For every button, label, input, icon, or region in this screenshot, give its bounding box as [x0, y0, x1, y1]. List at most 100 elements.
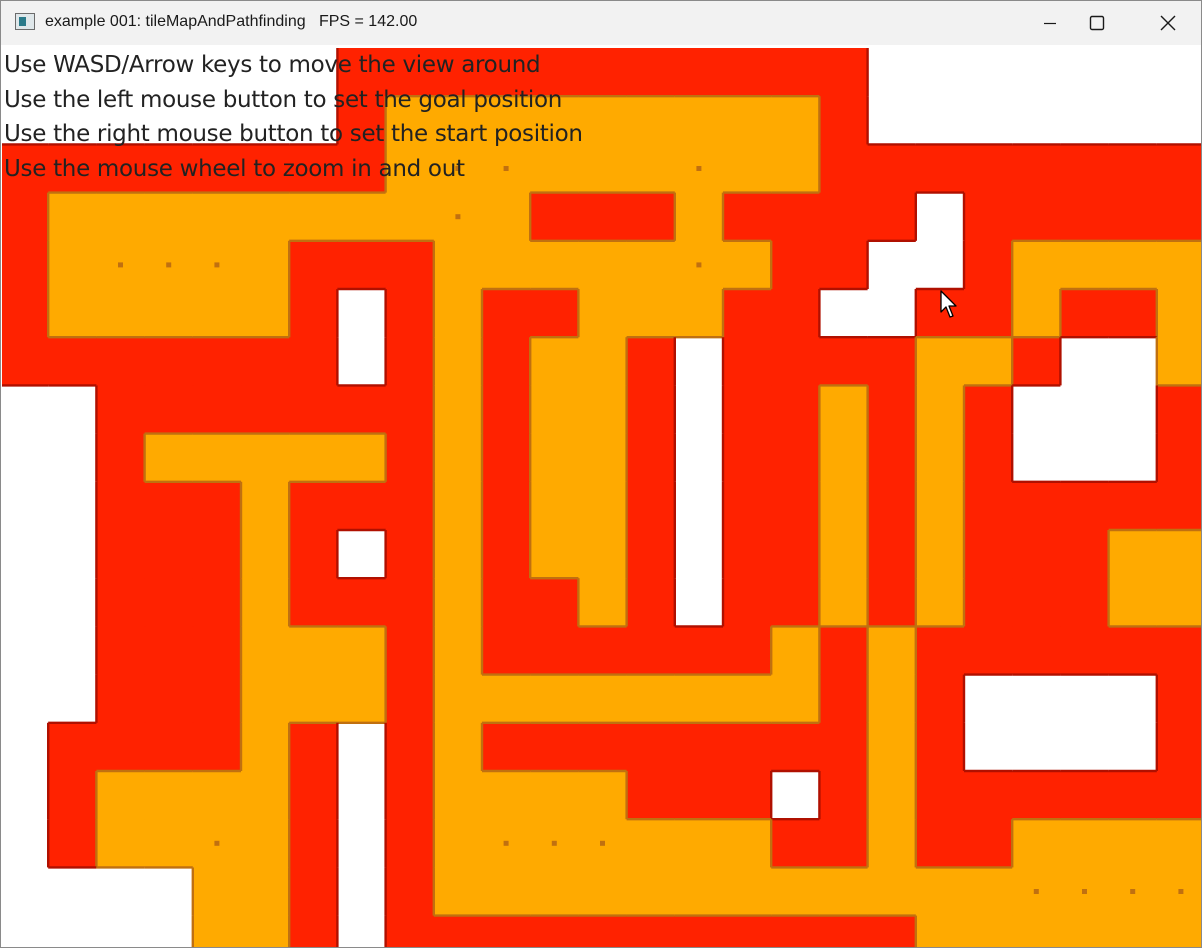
- floor-tile[interactable]: [48, 722, 97, 772]
- floor-tile[interactable]: [964, 289, 1013, 338]
- path-tile[interactable]: [241, 674, 290, 724]
- path-tile[interactable]: [433, 530, 483, 579]
- floor-tile[interactable]: [915, 626, 965, 676]
- floor-tile[interactable]: [1108, 144, 1158, 194]
- wall-tile[interactable]: [2, 433, 49, 483]
- floor-tile[interactable]: [964, 819, 1013, 868]
- path-tile[interactable]: [385, 192, 435, 242]
- floor-tile[interactable]: [192, 385, 242, 435]
- path-tile[interactable]: [626, 144, 676, 194]
- path-tile[interactable]: [433, 674, 483, 724]
- wall-tile[interactable]: [964, 48, 1013, 97]
- floor-tile[interactable]: [241, 385, 290, 435]
- wall-tile[interactable]: [48, 385, 97, 435]
- maximize-button[interactable]: [1073, 1, 1119, 45]
- floor-tile[interactable]: [723, 530, 772, 579]
- floor-tile[interactable]: [819, 192, 869, 242]
- floor-tile[interactable]: [1060, 481, 1110, 531]
- floor-tile[interactable]: [385, 819, 435, 868]
- wall-tile[interactable]: [337, 771, 387, 820]
- path-tile[interactable]: [723, 867, 772, 917]
- floor-tile[interactable]: [723, 337, 772, 386]
- path-tile[interactable]: [723, 674, 772, 724]
- floor-tile[interactable]: [337, 385, 387, 435]
- floor-tile[interactable]: [867, 915, 917, 948]
- wall-tile[interactable]: [1108, 337, 1158, 386]
- path-tile[interactable]: [433, 289, 483, 338]
- floor-tile[interactable]: [1156, 385, 1202, 435]
- floor-tile[interactable]: [385, 578, 435, 627]
- path-tile[interactable]: [433, 481, 483, 531]
- floor-tile[interactable]: [771, 722, 820, 772]
- floor-tile[interactable]: [819, 771, 869, 820]
- path-tile[interactable]: [433, 626, 483, 676]
- path-tile[interactable]: [578, 674, 628, 724]
- path-tile[interactable]: [144, 289, 194, 338]
- floor-tile[interactable]: [289, 289, 338, 338]
- path-tile[interactable]: [289, 626, 338, 676]
- wall-tile[interactable]: [1108, 433, 1158, 483]
- wall-tile[interactable]: [1060, 722, 1110, 772]
- floor-tile[interactable]: [819, 819, 869, 868]
- floor-tile[interactable]: [530, 915, 579, 948]
- floor-tile[interactable]: [1012, 337, 1061, 386]
- floor-tile[interactable]: [289, 385, 338, 435]
- path-tile[interactable]: [96, 289, 146, 338]
- floor-tile[interactable]: [867, 144, 917, 194]
- wall-tile[interactable]: [1060, 433, 1110, 483]
- floor-tile[interactable]: [2, 192, 49, 242]
- path-tile[interactable]: [1012, 819, 1061, 868]
- floor-tile[interactable]: [674, 626, 724, 676]
- floor-tile[interactable]: [96, 481, 146, 531]
- floor-tile[interactable]: [1108, 481, 1158, 531]
- wall-tile[interactable]: [674, 433, 724, 483]
- floor-tile[interactable]: [578, 626, 628, 676]
- floor-tile[interactable]: [144, 674, 194, 724]
- wall-tile[interactable]: [674, 578, 724, 627]
- floor-tile[interactable]: [289, 819, 338, 868]
- wall-tile[interactable]: [48, 433, 97, 483]
- wall-tile[interactable]: [1012, 48, 1061, 97]
- floor-tile[interactable]: [144, 578, 194, 627]
- floor-tile[interactable]: [289, 867, 338, 917]
- path-tile[interactable]: [674, 289, 724, 338]
- floor-tile[interactable]: [626, 722, 676, 772]
- wall-tile[interactable]: [1060, 337, 1110, 386]
- path-tile[interactable]: [433, 240, 483, 290]
- floor-tile[interactable]: [385, 867, 435, 917]
- floor-tile[interactable]: [385, 433, 435, 483]
- floor-tile[interactable]: [1156, 481, 1202, 531]
- path-tile[interactable]: [48, 240, 97, 290]
- wall-tile[interactable]: [1012, 674, 1061, 724]
- floor-tile[interactable]: [964, 144, 1013, 194]
- floor-tile[interactable]: [723, 289, 772, 338]
- wall-tile[interactable]: [2, 481, 49, 531]
- path-tile[interactable]: [1060, 240, 1110, 290]
- floor-tile[interactable]: [385, 385, 435, 435]
- path-tile[interactable]: [241, 240, 290, 290]
- path-tile[interactable]: [723, 144, 772, 194]
- wall-tile[interactable]: [915, 48, 965, 97]
- floor-tile[interactable]: [433, 915, 483, 948]
- floor-tile[interactable]: [915, 722, 965, 772]
- wall-tile[interactable]: [867, 289, 917, 338]
- floor-tile[interactable]: [626, 481, 676, 531]
- path-tile[interactable]: [964, 867, 1013, 917]
- wall-tile[interactable]: [48, 578, 97, 627]
- floor-tile[interactable]: [1012, 481, 1061, 531]
- floor-tile[interactable]: [2, 337, 49, 386]
- floor-tile[interactable]: [2, 289, 49, 338]
- wall-tile[interactable]: [337, 337, 387, 386]
- floor-tile[interactable]: [482, 915, 531, 948]
- floor-tile[interactable]: [771, 530, 820, 579]
- floor-tile[interactable]: [915, 819, 965, 868]
- wall-tile[interactable]: [1108, 385, 1158, 435]
- path-tile[interactable]: [1108, 240, 1158, 290]
- path-tile[interactable]: [771, 144, 820, 194]
- path-tile[interactable]: [289, 192, 338, 242]
- floor-tile[interactable]: [626, 192, 676, 242]
- floor-tile[interactable]: [1156, 771, 1202, 820]
- floor-tile[interactable]: [289, 337, 338, 386]
- wall-tile[interactable]: [674, 337, 724, 386]
- floor-tile[interactable]: [385, 771, 435, 820]
